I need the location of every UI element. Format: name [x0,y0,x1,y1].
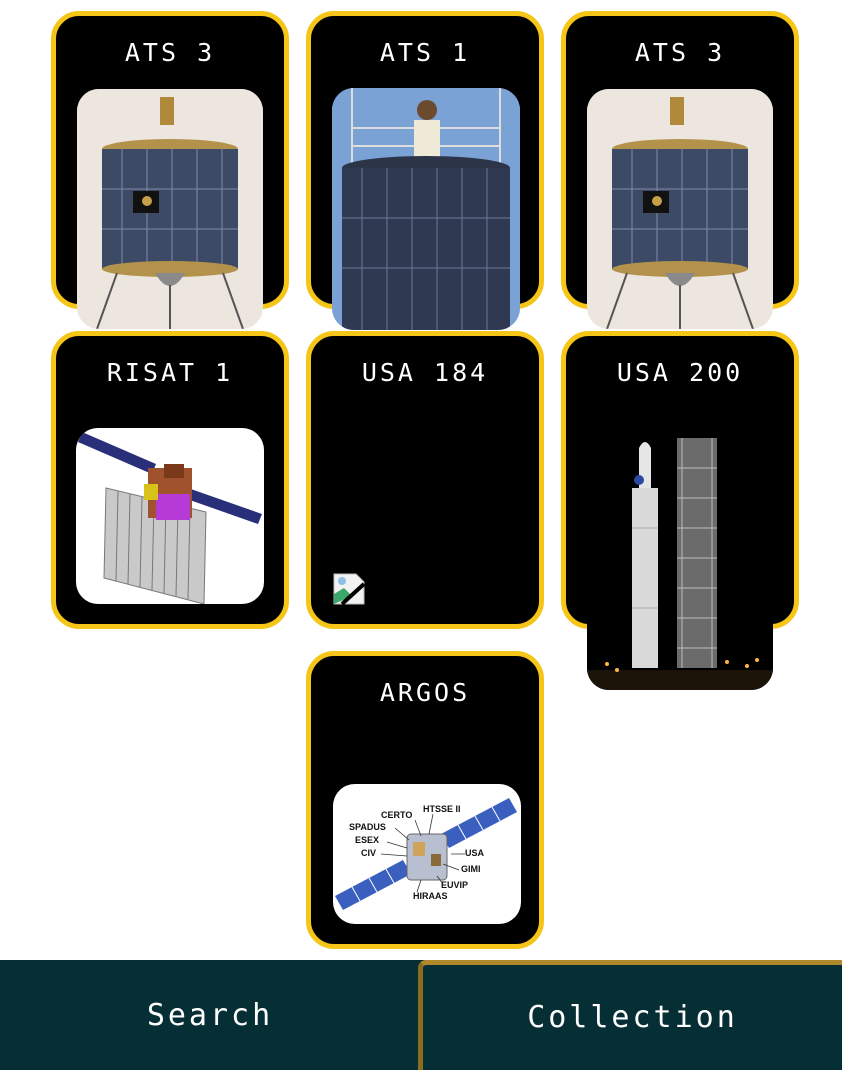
argos-label: HTSSE II [423,804,461,814]
bottom-navigation: Search Collection [0,960,842,1070]
ats-1-satellite-photo [332,88,520,330]
collection-tab[interactable]: Collection [418,960,842,1070]
card-title: RISAT 1 [106,358,234,387]
argos-label: HIRAAS [413,891,448,901]
broken-image-icon [332,572,366,606]
satellite-card[interactable]: RISAT 1 [51,331,289,629]
labeled-satellite-diagram-image: CERTO HTSSE II SPADUS ESEX CIV USA GIMI … [333,784,521,924]
card-title: ATS 1 [379,38,471,67]
argos-label: USA [465,848,485,858]
ats-3-satellite-photo [587,89,773,329]
card-title: ATS 3 [124,38,216,67]
argos-label: CERTO [381,810,413,820]
satellite-card[interactable]: USA 184 [306,331,544,629]
satellite-diagram-image [76,428,264,604]
argos-label: CIV [361,848,377,858]
card-title: ATS 3 [634,38,726,67]
satellite-card-grid: ATS 3 ATS 1 ATS 3 RISAT 1 USA 184 USA 20… [0,0,842,960]
ats-3-satellite-photo [77,89,263,329]
search-tab[interactable]: Search [0,960,420,1070]
argos-label: EUVIP [441,880,469,890]
card-title: USA 200 [616,358,744,387]
card-title: ARGOS [379,678,471,707]
argos-label: GIMI [461,864,481,874]
satellite-card[interactable]: ARGOS CERTO HTSSE II SPADUS ESEX CIV USA… [306,651,544,949]
argos-label: ESEX [355,835,380,845]
argos-label: SPADUS [349,822,386,832]
rocket-launch-photo [587,408,773,690]
card-title: USA 184 [361,358,489,387]
